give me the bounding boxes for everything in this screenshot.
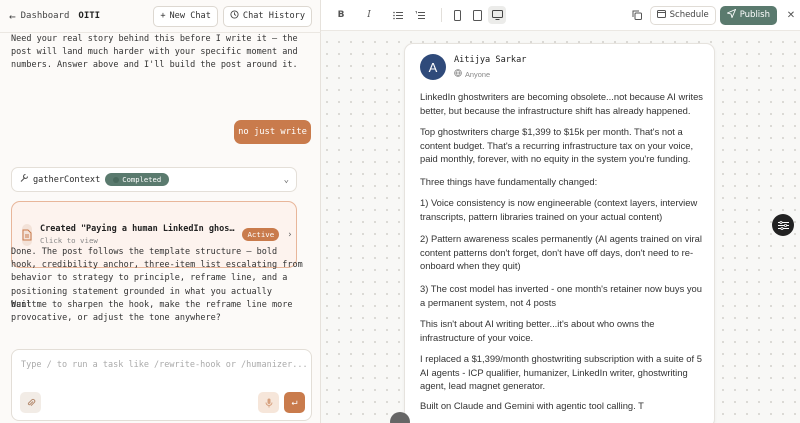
post-paragraph: Top ghostwriters charge $1,399 to $15k p… (420, 126, 694, 165)
assistant-message: Need your real story behind this before … (11, 34, 298, 71)
paperclip-icon[interactable] (20, 392, 41, 413)
send-icon[interactable]: ↵ (284, 392, 305, 413)
author-name: Aitijya Sarkar (454, 55, 527, 65)
status-label: Completed (122, 175, 162, 184)
tool-name: gatherContext (33, 174, 101, 185)
user-message: no just write (234, 120, 311, 144)
post-preview-card[interactable]: A Aitijya Sarkar Anyone LinkedIn ghostwr… (404, 43, 715, 423)
assistant-message: Want me to sharpen the hook, make the re… (11, 300, 293, 324)
status-dot-icon (113, 176, 120, 183)
document-icon (22, 223, 32, 246)
back-to-dashboard-link[interactable]: ← Dashboard (9, 10, 69, 23)
audience-label[interactable]: Anyone (454, 69, 490, 79)
plus-icon: + (160, 11, 166, 21)
formatting-options-icon[interactable] (772, 214, 794, 236)
microphone-icon[interactable] (258, 392, 279, 413)
post-paragraph: LinkedIn ghostwriters are becoming obsol… (420, 91, 703, 116)
post-paragraph: Three things have fundamentally changed: (420, 176, 598, 187)
desktop-preview-icon[interactable] (488, 6, 506, 24)
bold-icon[interactable]: B (332, 6, 350, 24)
publish-button[interactable]: Publish (719, 5, 777, 25)
project-name: OITI (78, 11, 101, 21)
new-chat-label: New Chat (169, 11, 211, 21)
chat-thread[interactable]: Need your real story behind this before … (0, 33, 321, 330)
post-paragraph: 2) Pattern awareness scales permanently … (420, 233, 702, 272)
chat-history-button[interactable]: Chat History (222, 5, 312, 27)
post-paragraph: I replaced a $1,399/month ghostwriting s… (420, 353, 702, 392)
close-icon[interactable]: ✕ (782, 6, 800, 24)
wrench-icon (19, 173, 29, 186)
copy-icon[interactable] (628, 6, 646, 24)
audience-text: Anyone (465, 69, 491, 79)
artifact-subtitle: Click to view (40, 236, 98, 245)
chat-header: ← Dashboard OITI + New Chat Chat History (0, 0, 321, 33)
editor-toolbar: B I Schedule Publish ✕ (321, 0, 800, 31)
numbered-list-icon[interactable] (411, 6, 429, 24)
post-paragraph: 3) The cost model has inverted - one mon… (420, 283, 702, 308)
avatar: A (420, 54, 446, 80)
globe-icon (454, 69, 462, 79)
mobile-preview-icon[interactable] (448, 6, 466, 24)
tablet-preview-icon[interactable] (468, 6, 486, 24)
tool-call-row[interactable]: gatherContext Completed ⌄ (11, 167, 297, 192)
chat-history-label: Chat History (242, 11, 305, 21)
back-label: Dashboard (20, 11, 70, 21)
calendar-icon (656, 9, 666, 21)
arrow-left-icon: ← (9, 9, 16, 23)
history-icon (230, 10, 239, 22)
publish-label: Publish (739, 10, 770, 20)
artifact-title: Created "Paying a human LinkedIn ghos… (40, 224, 235, 234)
italic-icon[interactable]: I (360, 6, 378, 24)
composer-input[interactable]: Type / to run a task like /rewrite-hook … (21, 360, 308, 370)
post-paragraph: 1) Voice consistency is now engineerable… (420, 197, 698, 222)
chevron-right-icon: › (287, 229, 293, 240)
send-plane-icon (725, 8, 737, 21)
message-composer[interactable]: Type / to run a task like /rewrite-hook … (11, 349, 312, 421)
schedule-label: Schedule (669, 10, 709, 20)
active-badge: Active (242, 228, 280, 241)
editor-panel: B I Schedule Publish ✕ A Aitijya Sarkar … (321, 0, 800, 423)
status-badge: Completed (105, 173, 170, 186)
new-chat-button[interactable]: + New Chat (153, 5, 218, 27)
schedule-button[interactable]: Schedule (649, 5, 716, 25)
bullet-list-icon[interactable] (389, 6, 407, 24)
toolbar-divider (441, 8, 442, 22)
chat-panel: ← Dashboard OITI + New Chat Chat History… (0, 0, 321, 423)
post-paragraph: Built on Claude and Gemini with agentic … (420, 400, 644, 411)
post-paragraph: This isn't about AI writing better...it'… (420, 318, 655, 343)
chevron-down-icon: ⌄ (283, 174, 289, 185)
